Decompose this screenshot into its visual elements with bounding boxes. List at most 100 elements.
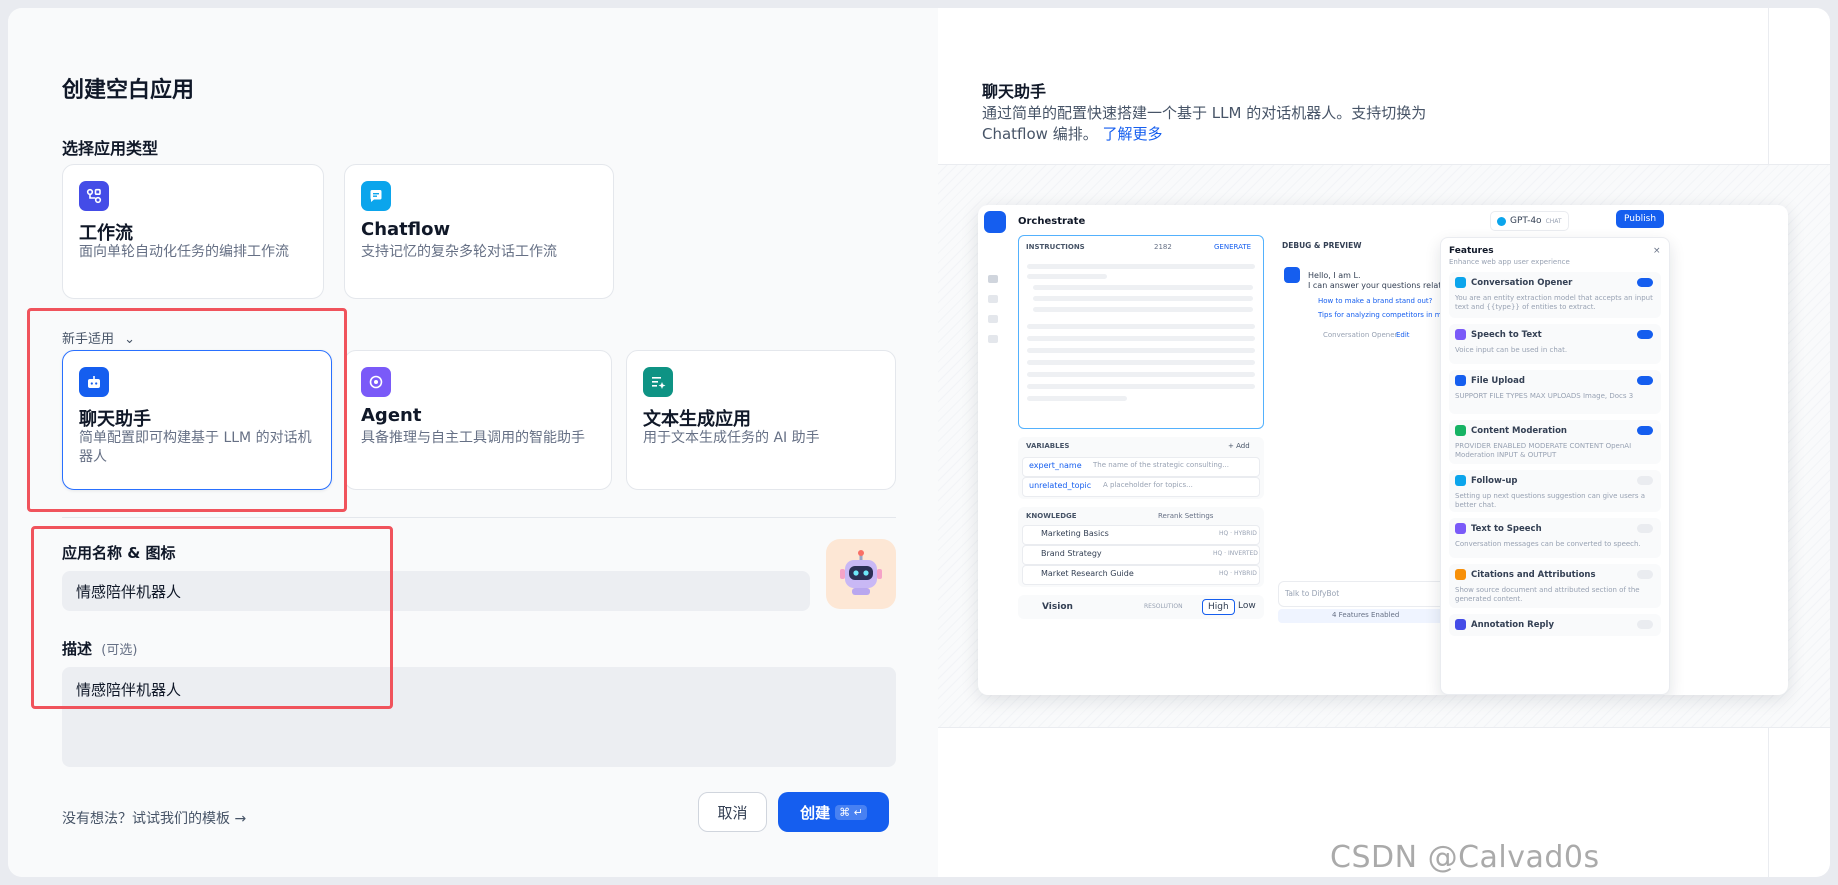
app-type-card-workflow[interactable]: 工作流 面向单轮自动化任务的编排工作流 [62, 164, 324, 299]
chat-bot-icon [79, 367, 109, 397]
form-panel: 创建空白应用 选择应用类型 工作流 面向单轮自动化任务的编排工作流 Chatfl… [8, 8, 938, 877]
watermark: CSDN @Calvad0s [1330, 840, 1600, 875]
card-title: 聊天助手 [79, 409, 151, 430]
preview-desc-text: 通过简单的配置快速搭建一个基于 LLM 的对话机器人。支持切换为 Chatflo… [982, 104, 1427, 143]
app-type-card-text-generator[interactable]: 文本生成应用 用于文本生成任务的 AI 助手 [626, 350, 896, 490]
description-textarea[interactable]: 情感陪伴机器人 [62, 667, 896, 767]
toggle [1637, 426, 1653, 435]
vision-row: Vision RESOLUTION High Low [1018, 595, 1264, 619]
rail-icon [988, 335, 998, 343]
toggle [1637, 476, 1653, 485]
speaker-icon [1455, 523, 1466, 534]
features-panel: Features Enhance web app user experience… [1440, 237, 1670, 695]
rail-icon [988, 295, 998, 303]
workflow-icon [79, 181, 109, 211]
app-type-card-chatflow[interactable]: Chatflow 支持记忆的复杂多轮对话工作流 [344, 164, 614, 299]
chatflow-icon [361, 181, 391, 211]
debug-label: DEBUG & PREVIEW [1282, 241, 1362, 250]
toggle [1637, 524, 1653, 533]
beginner-toggle[interactable]: 新手适用 ⌄ [62, 328, 135, 347]
optional-hint: (可选) [101, 643, 138, 658]
mock-header: Orchestrate [1018, 216, 1086, 227]
suggestion: How to make a brand stand out? [1318, 297, 1433, 305]
beginner-label: 新手适用 [62, 332, 115, 347]
upload-icon [1455, 375, 1466, 386]
card-title: Agent [361, 405, 422, 426]
app-type-card-agent[interactable]: Agent 具备推理与自主工具调用的智能助手 [344, 350, 612, 490]
feature-item: File Upload SUPPORT FILE TYPES MAX UPLOA… [1449, 370, 1661, 414]
toggle [1637, 278, 1653, 287]
rail-icon [988, 315, 998, 323]
bot-greeting-2: I can answer your questions related [1308, 281, 1452, 290]
card-desc: 支持记忆的复杂多轮对话工作流 [361, 244, 557, 260]
variable-row: expert_name The name of the strategic co… [1022, 457, 1260, 477]
robot-avatar-icon [840, 550, 882, 595]
feature-item: Citations and Attributions Show source d… [1449, 564, 1661, 608]
chat-input: Talk to DifyBot [1278, 581, 1460, 607]
feature-item: Follow-up Setting up next questions sugg… [1449, 470, 1661, 512]
section-divider [62, 517, 896, 518]
cancel-button[interactable]: 取消 [698, 792, 767, 832]
card-title: 文本生成应用 [643, 409, 751, 430]
dialog-title: 创建空白应用 [62, 78, 195, 103]
citation-icon [1455, 569, 1466, 580]
knowledge-label: KNOWLEDGE [1026, 512, 1077, 520]
model-selector: GPT-4o CHAT [1490, 211, 1569, 231]
knowledge-panel: KNOWLEDGE Rerank Settings Marketing Basi… [1018, 507, 1264, 587]
knowledge-row: Market Research Guide HQ · HYBRID [1022, 565, 1260, 585]
card-desc: 简单配置即可构建基于 LLM 的对话机器人 [79, 430, 312, 465]
preview-title: 聊天助手 [982, 82, 1047, 101]
card-desc: 用于文本生成任务的 AI 助手 [643, 430, 820, 446]
app-icon-picker[interactable] [826, 539, 896, 609]
preview-description: 通过简单的配置快速搭建一个基于 LLM 的对话机器人。支持切换为 Chatflo… [982, 103, 1452, 145]
card-desc: 面向单轮自动化任务的编排工作流 [79, 244, 289, 260]
learn-more-link[interactable]: 了解更多 [1103, 125, 1163, 143]
variables-label: VARIABLES [1026, 442, 1070, 450]
knowledge-row: Marketing Basics HQ · HYBRID [1022, 525, 1260, 545]
chevron-down-icon: ⌄ [124, 332, 136, 347]
feature-item: Content Moderation PROVIDER ENABLED MODE… [1449, 420, 1661, 464]
app-type-card-chatbot[interactable]: 聊天助手 简单配置即可构建基于 LLM 的对话机器人 [62, 350, 332, 490]
card-title: Chatflow [361, 219, 451, 240]
app-type-section-title: 选择应用类型 [62, 139, 159, 158]
card-desc: 具备推理与自主工具调用的智能助手 [361, 430, 585, 446]
description-label: 描述 (可选) [62, 638, 137, 659]
model-name: GPT-4o [1510, 216, 1542, 226]
opener-icon [1455, 277, 1466, 288]
publish-button: Publish [1616, 210, 1665, 228]
instructions-count: 2182 [1154, 243, 1172, 251]
toggle [1637, 570, 1653, 579]
follow-up-icon [1455, 475, 1466, 486]
text-generator-icon [643, 367, 673, 397]
create-app-dialog: 创建空白应用 选择应用类型 工作流 面向单轮自动化任务的编排工作流 Chatfl… [8, 8, 1830, 877]
close-icon: × [1653, 246, 1661, 256]
toggle [1637, 376, 1653, 385]
card-title: 工作流 [79, 223, 133, 244]
description-label-text: 描述 [62, 640, 93, 658]
model-icon [1497, 216, 1506, 226]
opener-label: Conversation Opener [1323, 331, 1398, 339]
moderation-icon [1455, 425, 1466, 436]
bot-logo-icon [984, 211, 1006, 233]
model-tag: CHAT [1545, 217, 1562, 225]
edit-link: Edit [1396, 331, 1410, 339]
create-button[interactable]: 创建 ⌘ ↵ [778, 792, 889, 832]
template-link[interactable]: 没有想法？试试我们的模板 → [62, 808, 246, 828]
orchestrate-screenshot: Orchestrate GPT-4o CHAT Publish INSTRUCT… [978, 205, 1788, 695]
variables-panel: VARIABLES + Add expert_name The name of … [1018, 437, 1264, 499]
agent-icon [361, 367, 391, 397]
rail-icon [988, 275, 998, 283]
annotation-icon [1455, 619, 1466, 630]
variable-row: unrelated_topic A placeholder for topics… [1022, 477, 1260, 497]
features-enabled-bar: 4 Features Enabled [1278, 609, 1458, 623]
shortcut-hint: ⌘ ↵ [835, 804, 867, 820]
app-name-label: 应用名称 & 图标 [62, 544, 176, 562]
features-title: Features [1449, 246, 1494, 256]
knowledge-row: Brand Strategy HQ · INVERTED [1022, 545, 1260, 565]
app-name-input[interactable]: 情感陪伴机器人 [62, 571, 810, 611]
feature-item: Conversation Opener You are an entity ex… [1449, 272, 1661, 318]
preview-panel: 聊天助手 通过简单的配置快速搭建一个基于 LLM 的对话机器人。支持切换为 Ch… [938, 8, 1830, 877]
feature-item: Speech to Text Voice input can be used i… [1449, 324, 1661, 364]
feature-item: Annotation Reply [1449, 614, 1661, 636]
toggle [1637, 330, 1653, 339]
